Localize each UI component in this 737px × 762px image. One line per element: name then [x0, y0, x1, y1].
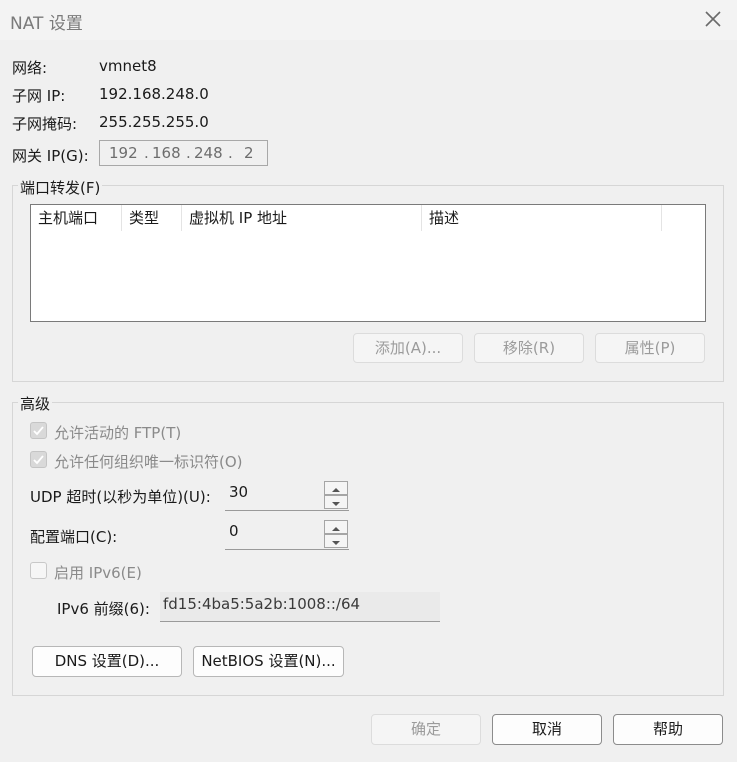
config-port-down-button[interactable]	[324, 534, 348, 548]
enable-ipv6-checkbox[interactable]	[30, 562, 47, 579]
column-header-host-port[interactable]: 主机端口	[31, 205, 122, 231]
gateway-octet-3[interactable]: 248	[194, 144, 223, 162]
window-title: NAT 设置	[10, 14, 83, 34]
enable-ipv6-label: 启用 IPv6(E)	[54, 564, 142, 582]
subnet-ip-value: 192.168.248.0	[99, 85, 209, 103]
allow-ftp-checkbox[interactable]	[30, 422, 47, 439]
cancel-button[interactable]: 取消	[492, 714, 602, 745]
properties-button[interactable]: 属性(P)	[595, 333, 705, 363]
column-header-vm-ip[interactable]: 虚拟机 IP 地址	[182, 205, 422, 231]
column-header-description[interactable]: 描述	[422, 205, 662, 231]
column-header-type[interactable]: 类型	[122, 205, 182, 231]
subnet-mask-label: 子网掩码:	[12, 115, 78, 133]
chevron-down-icon	[332, 502, 340, 506]
netbios-settings-button[interactable]: NetBIOS 设置(N)...	[193, 646, 344, 677]
udp-timeout-label: UDP 超时(以秒为单位)(U):	[30, 488, 211, 506]
advanced-title: 高级	[18, 393, 53, 414]
checkmark-icon	[33, 426, 44, 436]
add-button[interactable]: 添加(A)...	[353, 333, 463, 363]
config-port-up-button[interactable]	[324, 520, 348, 534]
network-value: vmnet8	[99, 57, 157, 75]
title-bar	[0, 0, 737, 40]
ipv6-prefix-field[interactable]: fd15:4ba5:5a2b:1008::/64	[160, 592, 440, 622]
subnet-ip-label: 子网 IP:	[12, 87, 66, 105]
port-forwarding-list[interactable]: 主机端口 类型 虚拟机 IP 地址 描述	[30, 204, 706, 322]
chevron-down-icon	[332, 541, 340, 545]
allow-uuid-label: 允许任何组织唯一标识符(O)	[54, 453, 243, 471]
allow-ftp-label: 允许活动的 FTP(T)	[54, 424, 182, 442]
gateway-label: 网关 IP(G):	[12, 147, 89, 165]
config-port-label: 配置端口(C):	[30, 528, 118, 546]
remove-button[interactable]: 移除(R)	[474, 333, 584, 363]
ipv6-prefix-value[interactable]: fd15:4ba5:5a2b:1008::/64	[163, 595, 360, 613]
gateway-octet-4[interactable]: 2	[244, 144, 254, 162]
ok-button[interactable]: 确定	[371, 714, 481, 745]
udp-timeout-spinner[interactable]: 30	[225, 480, 349, 511]
udp-timeout-up-button[interactable]	[324, 481, 348, 495]
gateway-octet-2[interactable]: 168	[152, 144, 181, 162]
close-button[interactable]	[701, 7, 725, 31]
udp-timeout-down-button[interactable]	[324, 495, 348, 509]
dns-settings-button[interactable]: DNS 设置(D)...	[32, 646, 182, 677]
network-label: 网络:	[12, 59, 48, 77]
config-port-value[interactable]: 0	[229, 522, 239, 540]
gateway-ip-field[interactable]: 192 . 168 . 248 . 2	[99, 140, 268, 166]
subnet-mask-value: 255.255.255.0	[99, 113, 209, 131]
udp-timeout-value[interactable]: 30	[229, 483, 248, 501]
config-port-spinner[interactable]: 0	[225, 519, 349, 550]
ipv6-prefix-label: IPv6 前缀(6):	[57, 600, 150, 618]
help-button[interactable]: 帮助	[613, 714, 723, 745]
gateway-octet-1[interactable]: 192	[109, 144, 138, 162]
allow-uuid-checkbox[interactable]	[30, 451, 47, 468]
port-forwarding-title: 端口转发(F)	[18, 177, 103, 198]
close-icon	[705, 11, 721, 27]
checkmark-icon	[33, 455, 44, 465]
